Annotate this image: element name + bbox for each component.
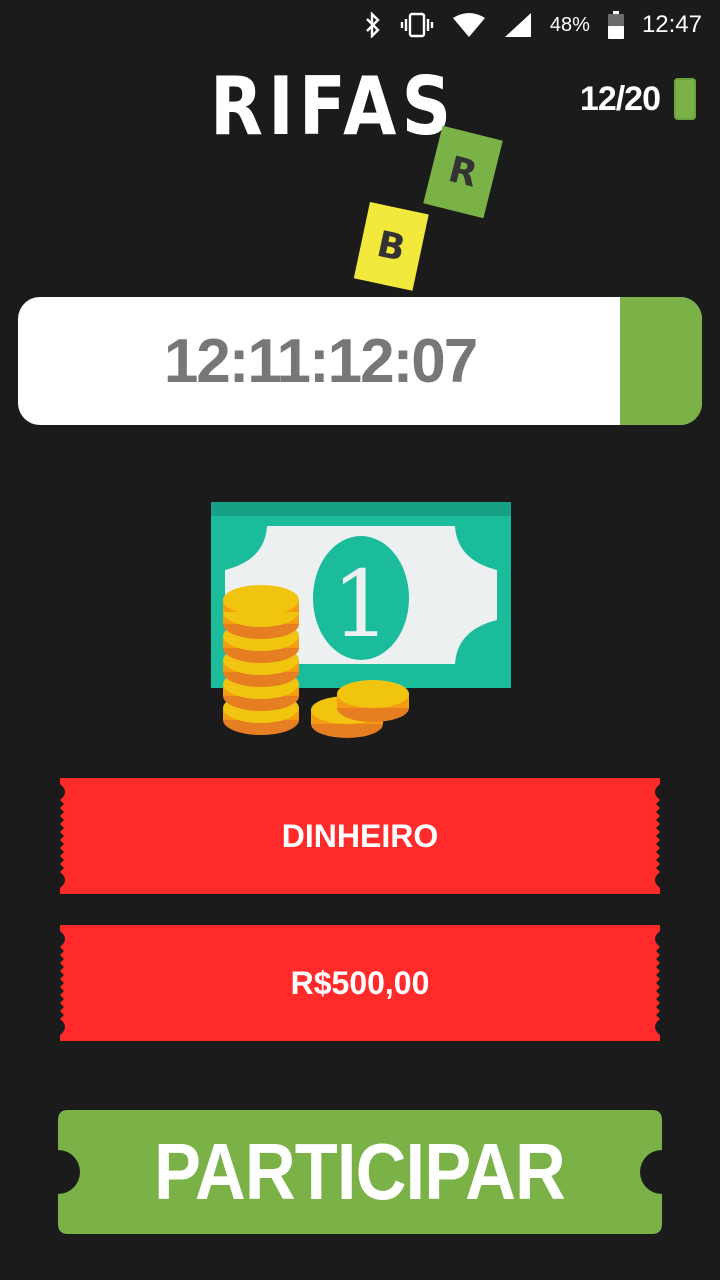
wifi-icon: [452, 12, 486, 38]
battery-percent: 48%: [549, 13, 590, 36]
bluetooth-icon: [364, 12, 382, 38]
clock: 12:47: [641, 11, 702, 38]
countdown-bar: 12:11:12:07: [18, 297, 702, 425]
ticket-counter[interactable]: 12/20: [580, 78, 696, 120]
ticket-counter-value: 12/20: [579, 79, 661, 118]
countdown-timer: 12:11:12:07: [163, 326, 478, 396]
status-bar: 48% 12:47: [0, 0, 720, 50]
app-logo: RIFAS R B: [210, 60, 510, 291]
participate-button[interactable]: PARTICIPAR: [58, 1110, 662, 1234]
vibrate-icon: [400, 12, 434, 38]
money-icon: 1: [205, 498, 525, 748]
ticket-icon: [674, 78, 696, 120]
logo-ticket-b: B: [353, 202, 429, 291]
logo-title: RIFAS: [210, 60, 457, 153]
signal-icon: [504, 12, 532, 38]
prize-amount-label: R$500,00: [290, 964, 430, 1001]
participate-label: PARTICIPAR: [154, 1127, 567, 1216]
prize-amount-ticket: R$500,00: [60, 925, 660, 1041]
svg-text:1: 1: [332, 551, 391, 658]
prize-category-label: DINHEIRO: [281, 817, 439, 854]
prize-category-ticket: DINHEIRO: [60, 778, 660, 894]
countdown-progress-fill: [620, 297, 702, 425]
battery-icon: [607, 11, 624, 39]
